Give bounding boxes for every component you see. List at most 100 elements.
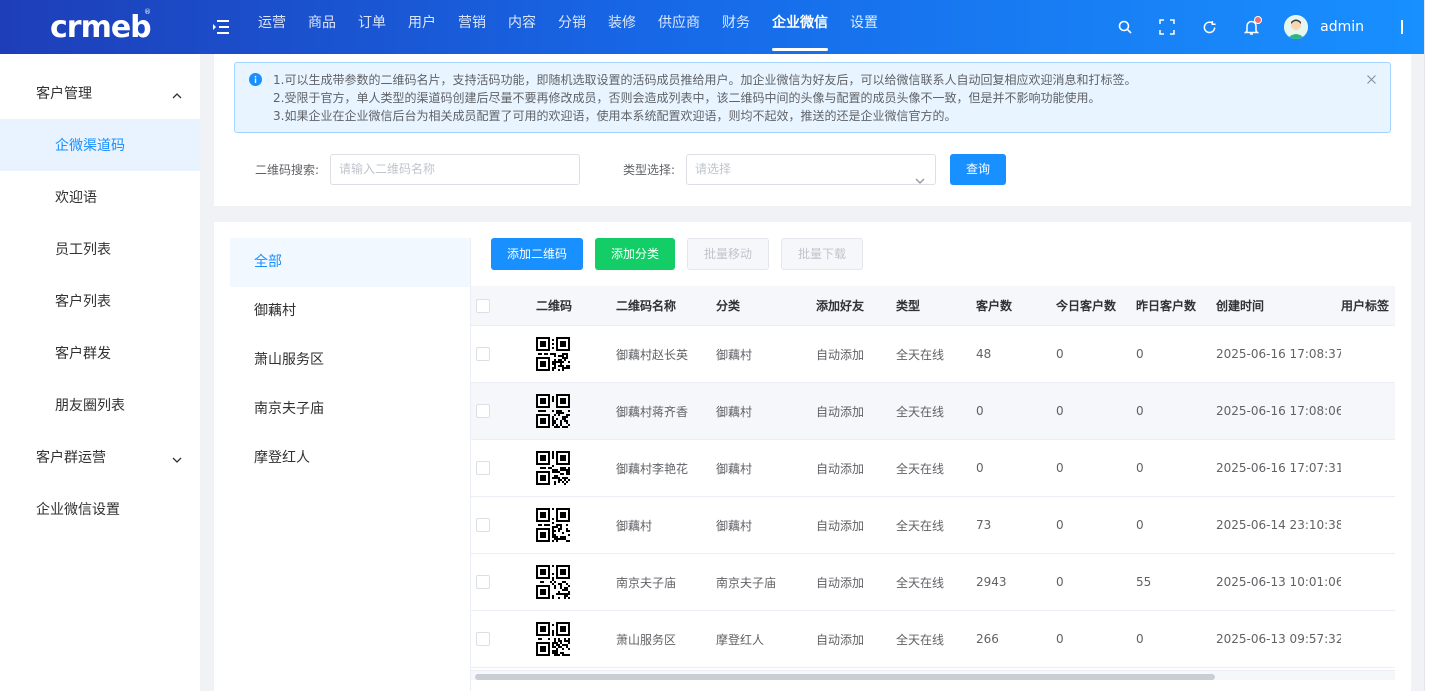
column-header: 今日客户数: [1056, 299, 1117, 313]
filter-panel: 1.可以生成带参数的二维码名片，支持活码功能，即随机选取设置的活码成员推给用户。…: [214, 54, 1411, 206]
cell-type: 全天在线: [896, 347, 945, 362]
row-checkbox[interactable]: [476, 347, 490, 361]
nav-item-11[interactable]: 设置: [839, 0, 889, 54]
cell-name: 御藕村蒋齐香: [616, 404, 689, 419]
cell-add_friend: 自动添加: [816, 632, 865, 647]
nav-item-1[interactable]: 商品: [297, 0, 347, 54]
sidebar-item-0-4[interactable]: 客户群发: [0, 327, 200, 379]
row-checkbox[interactable]: [476, 575, 490, 589]
sidebar-item-0-1[interactable]: 欢迎语: [0, 171, 200, 223]
qr-code-image[interactable]: [536, 622, 616, 656]
table-header: 二维码 二维码名称 分类 添加好友 类型 客户数 今日客户数 昨日客户数 创建时间 用户标签: [471, 286, 1395, 326]
brand-logo[interactable]: crmeb ®: [0, 0, 200, 54]
search-row: 二维码搜索: 请输入二维码名称 类型选择: 请选择 查询: [214, 154, 1411, 185]
menu-fold-icon[interactable]: [213, 20, 233, 34]
table-body: 御藕村赵长英 御藕村 自动添加 全天在线 48 0 0 2025-06-16 17:08:37…: [471, 326, 1395, 668]
cell-category: 御藕村: [716, 347, 753, 362]
nav-item-5[interactable]: 内容: [497, 0, 547, 54]
qr-cell: [536, 565, 616, 599]
sidebar-item-0-3[interactable]: 客户列表: [0, 275, 200, 327]
column-header: 分类: [716, 299, 741, 313]
nav-item-4[interactable]: 营销: [447, 0, 497, 54]
column-header: 添加好友: [816, 299, 865, 313]
cell-customers: 73: [976, 518, 992, 532]
table-row: 萧山服务区 摩登红人 自动添加 全天在线 266 0 0 2025-06-13 09:57:3…: [471, 611, 1395, 668]
row-checkbox[interactable]: [476, 461, 490, 475]
nav-item-2[interactable]: 订单: [347, 0, 397, 54]
sidebar-group-0[interactable]: 客户管理: [0, 67, 200, 119]
nav-item-0[interactable]: 运营: [247, 0, 297, 54]
sidebar-group-label: 企业微信设置: [36, 502, 120, 518]
horizontal-scrollbar[interactable]: [471, 670, 1395, 680]
table-row: 御藕村 御藕村 自动添加 全天在线 73 0 0 2025-06-14 23:10:38: [471, 497, 1395, 554]
cell-customers: 48: [976, 347, 992, 361]
sidebar-group-1[interactable]: 客户群运营: [0, 431, 200, 483]
page-scrollbar[interactable]: [1424, 0, 1431, 691]
category-item[interactable]: 南京夫子庙: [230, 385, 470, 434]
fullscreen-icon[interactable]: [1146, 0, 1188, 54]
top-nav: 运营 商品 订单 用户 营销 内容 分销 装修 供应商 财务 企业微信 设置: [247, 0, 889, 54]
qr-cell: [536, 451, 616, 485]
sidebar-item-0-5[interactable]: 朋友圈列表: [0, 379, 200, 431]
username[interactable]: admin: [1320, 19, 1364, 35]
category-item[interactable]: 全部: [230, 238, 470, 287]
select-all-checkbox[interactable]: [476, 298, 490, 313]
qr-code-image[interactable]: [536, 337, 616, 371]
sidebar-item-0-0[interactable]: 企微渠道码: [0, 119, 200, 171]
cell-customers: 2943: [976, 575, 1007, 589]
refresh-icon[interactable]: [1188, 0, 1230, 54]
category-item[interactable]: 萧山服务区: [230, 336, 470, 385]
nav-item-10[interactable]: 企业微信: [761, 0, 839, 54]
type-select-placeholder: 请选择: [695, 162, 732, 176]
search-icon[interactable]: [1104, 0, 1146, 54]
nav-item-6[interactable]: 分销: [547, 0, 597, 54]
cell-created: 2025-06-16 17:08:06: [1216, 404, 1341, 418]
cell-yesterday: 0: [1136, 347, 1144, 361]
qr-search-label: 二维码搜索:: [255, 163, 320, 177]
row-check-cell: [471, 575, 536, 589]
cell-customers: 0: [976, 404, 984, 418]
nav-item-3[interactable]: 用户: [397, 0, 447, 54]
close-icon[interactable]: [1367, 73, 1376, 87]
nav-item-7[interactable]: 装修: [597, 0, 647, 54]
sidebar-item-0-2[interactable]: 员工列表: [0, 223, 200, 275]
add-qr-button[interactable]: 添加二维码: [491, 238, 584, 270]
cell-type: 全天在线: [896, 461, 945, 476]
user-avatar[interactable]: [1284, 15, 1309, 39]
alert-line-3: 3.如果企业在企业微信后台为相关成员配置了可用的欢迎语，使用本系统配置欢迎语，则…: [273, 109, 957, 123]
type-select[interactable]: 请选择: [686, 154, 936, 185]
category-item[interactable]: 摩登红人: [230, 434, 470, 483]
bell-icon[interactable]: [1230, 0, 1272, 54]
row-check-cell: [471, 461, 536, 475]
alert-line-1: 1.可以生成带参数的二维码名片，支持活码功能，即随机选取设置的活码成员推给用户。…: [273, 73, 1137, 87]
chevron-down-icon: [172, 451, 182, 467]
scrollbar-thumb[interactable]: [475, 674, 1215, 680]
sidebar-group-2[interactable]: 企业微信设置: [0, 483, 200, 535]
qr-code-image[interactable]: [536, 451, 616, 485]
row-check-cell: [471, 632, 536, 646]
qr-search-input[interactable]: 请输入二维码名称: [330, 154, 580, 185]
query-button[interactable]: 查询: [950, 154, 1006, 185]
sidebar-group-label: 客户管理: [36, 86, 92, 102]
batch-download-button[interactable]: 批量下载: [781, 238, 864, 270]
cell-created: 2025-06-16 17:08:37: [1216, 347, 1341, 361]
qr-code-image[interactable]: [536, 565, 616, 599]
cell-yesterday: 0: [1136, 632, 1144, 646]
type-select-label: 类型选择:: [623, 163, 676, 177]
qr-code-image[interactable]: [536, 394, 616, 428]
more-vertical-icon[interactable]: [1392, 0, 1412, 54]
info-alert: 1.可以生成带参数的二维码名片，支持活码功能，即随机选取设置的活码成员推给用户。…: [234, 62, 1391, 133]
column-header: 创建时间: [1216, 299, 1265, 313]
batch-move-button[interactable]: 批量移动: [687, 238, 770, 270]
category-item[interactable]: 御藕村: [230, 287, 470, 336]
nav-item-8[interactable]: 供应商: [647, 0, 711, 54]
add-category-button[interactable]: 添加分类: [595, 238, 676, 270]
nav-item-9[interactable]: 财务: [711, 0, 761, 54]
row-checkbox[interactable]: [476, 632, 490, 646]
qr-code-image[interactable]: [536, 508, 616, 542]
row-checkbox[interactable]: [476, 404, 490, 418]
main-card: 全部 御藕村 萧山服务区 南京夫子庙 摩登红人 添加二维码 添加分类 批量移动 批量下载…: [214, 222, 1411, 691]
cell-name: 御藕村: [616, 518, 653, 533]
row-checkbox[interactable]: [476, 518, 490, 532]
cell-type: 全天在线: [896, 518, 945, 533]
